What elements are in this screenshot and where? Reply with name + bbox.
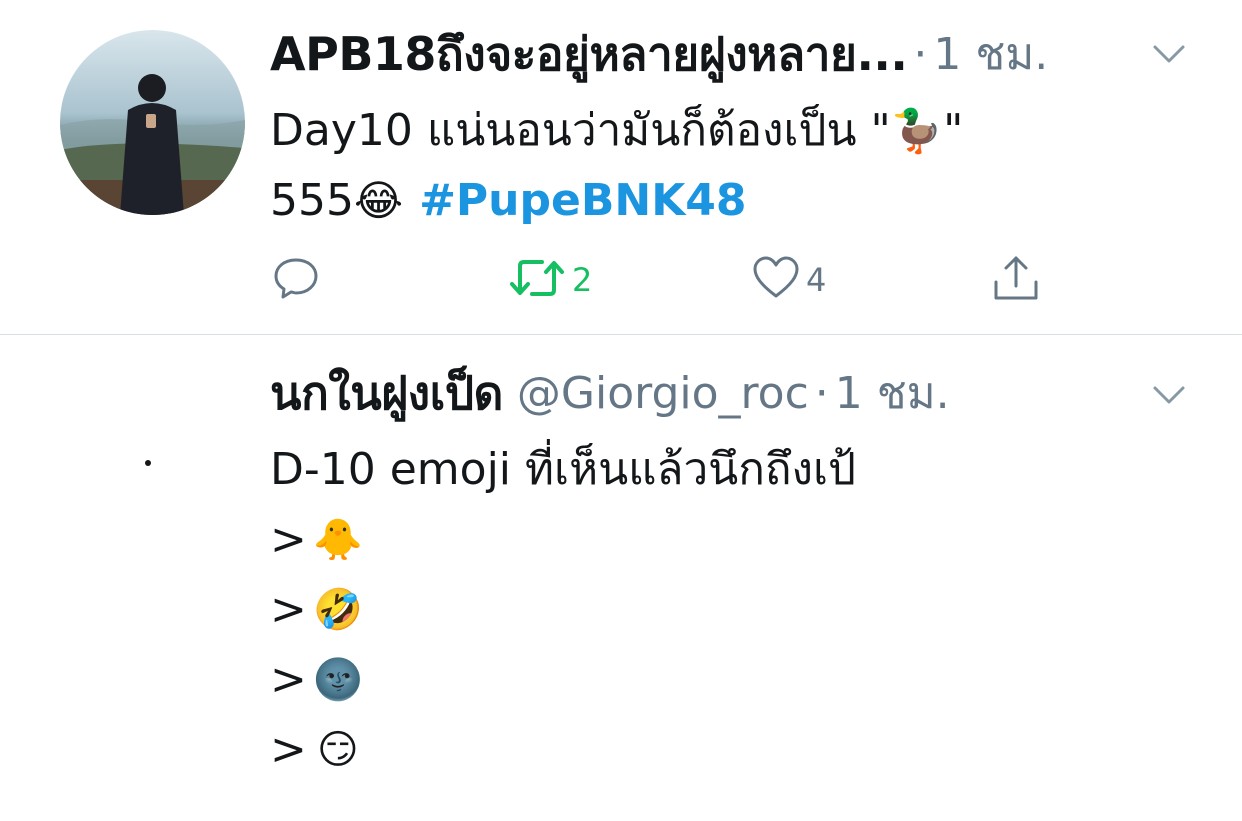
like-icon [750, 252, 802, 308]
tweet-text-line-1: Day10 แน่นอนว่ามันก็ต้องเป็น " [270, 105, 891, 156]
like-button[interactable]: 4 [750, 250, 826, 310]
smirk-emoji: 😏 [317, 727, 359, 773]
reply-button[interactable] [270, 250, 322, 310]
author-handle[interactable]: @Giorgio_roc [517, 368, 809, 419]
retweet-icon [508, 252, 568, 308]
share-button[interactable] [988, 250, 1044, 310]
separator-dot: · [814, 367, 829, 419]
tweet-actions: 2 4 [270, 250, 1070, 310]
share-icon [988, 250, 1044, 310]
list-prefix: > [270, 724, 307, 775]
tweet-1[interactable]: APB18ถึงจะอยู่หลายฝูงหลาย... · 1 ชม. Day… [0, 0, 1242, 334]
reply-icon [270, 252, 322, 308]
tweet-text-line-1: D-10 emoji ที่เห็นแล้วนึกถึงเป้ [270, 435, 856, 505]
rofl-emoji: 🤣 [312, 587, 363, 633]
tweet-text: D-10 emoji ที่เห็นแล้วนึกถึงเป้ > 🐥 > 🤣 … [270, 435, 856, 785]
chevron-down-icon[interactable] [1152, 42, 1186, 66]
like-count: 4 [806, 261, 827, 299]
hatching-chick-emoji: 🐥 [312, 517, 363, 563]
list-prefix: > [270, 514, 307, 565]
list-item: > 🤣 [270, 575, 856, 645]
tweet-2[interactable]: นกในฝูงเป็ด @Giorgio_roc · 1 ชม. D-10 em… [0, 335, 1242, 821]
list-item: > 🐥 [270, 505, 856, 575]
avatar[interactable] [60, 30, 245, 215]
list-prefix: > [270, 584, 307, 635]
laugh-emoji: 😂 [353, 176, 404, 225]
duck-emoji: 🦆 [890, 106, 944, 155]
tweet-text-line-1-text: D-10 emoji ที่เห็นแล้วนึกถึงเป้ [270, 444, 856, 495]
thread-dot [145, 460, 151, 466]
tweet-header: APB18ถึงจะอยู่หลายฝูงหลาย... · 1 ชม. [270, 26, 1170, 82]
separator-dot: · [913, 28, 928, 80]
closing-quote: " [943, 105, 964, 156]
tweet-text: Day10 แน่นอนว่ามันก็ต้องเป็น " 🦆 " 555 😂 #P… [270, 96, 963, 236]
author-name[interactable]: นกในฝูงเป็ด [270, 357, 503, 430]
timestamp[interactable]: 1 ชม. [835, 358, 950, 428]
retweet-button[interactable]: 2 [508, 250, 592, 310]
hashtag-link[interactable]: #PupeBNK48 [419, 166, 746, 236]
tweet-header: นกในฝูงเป็ด @Giorgio_roc · 1 ชม. [270, 365, 1170, 421]
list-prefix: > [270, 654, 307, 705]
list-item: > 🌚 [270, 645, 856, 715]
list-item: > 😏 [270, 715, 856, 785]
new-moon-face-emoji: 🌚 [312, 657, 363, 703]
tweet-text-line-2: 555 [270, 175, 354, 226]
retweet-count: 2 [572, 261, 593, 299]
author-name[interactable]: APB18ถึงจะอยู่หลายฝูงหลาย... [270, 18, 908, 91]
timestamp[interactable]: 1 ชม. [933, 19, 1048, 89]
chevron-down-icon[interactable] [1152, 383, 1186, 407]
